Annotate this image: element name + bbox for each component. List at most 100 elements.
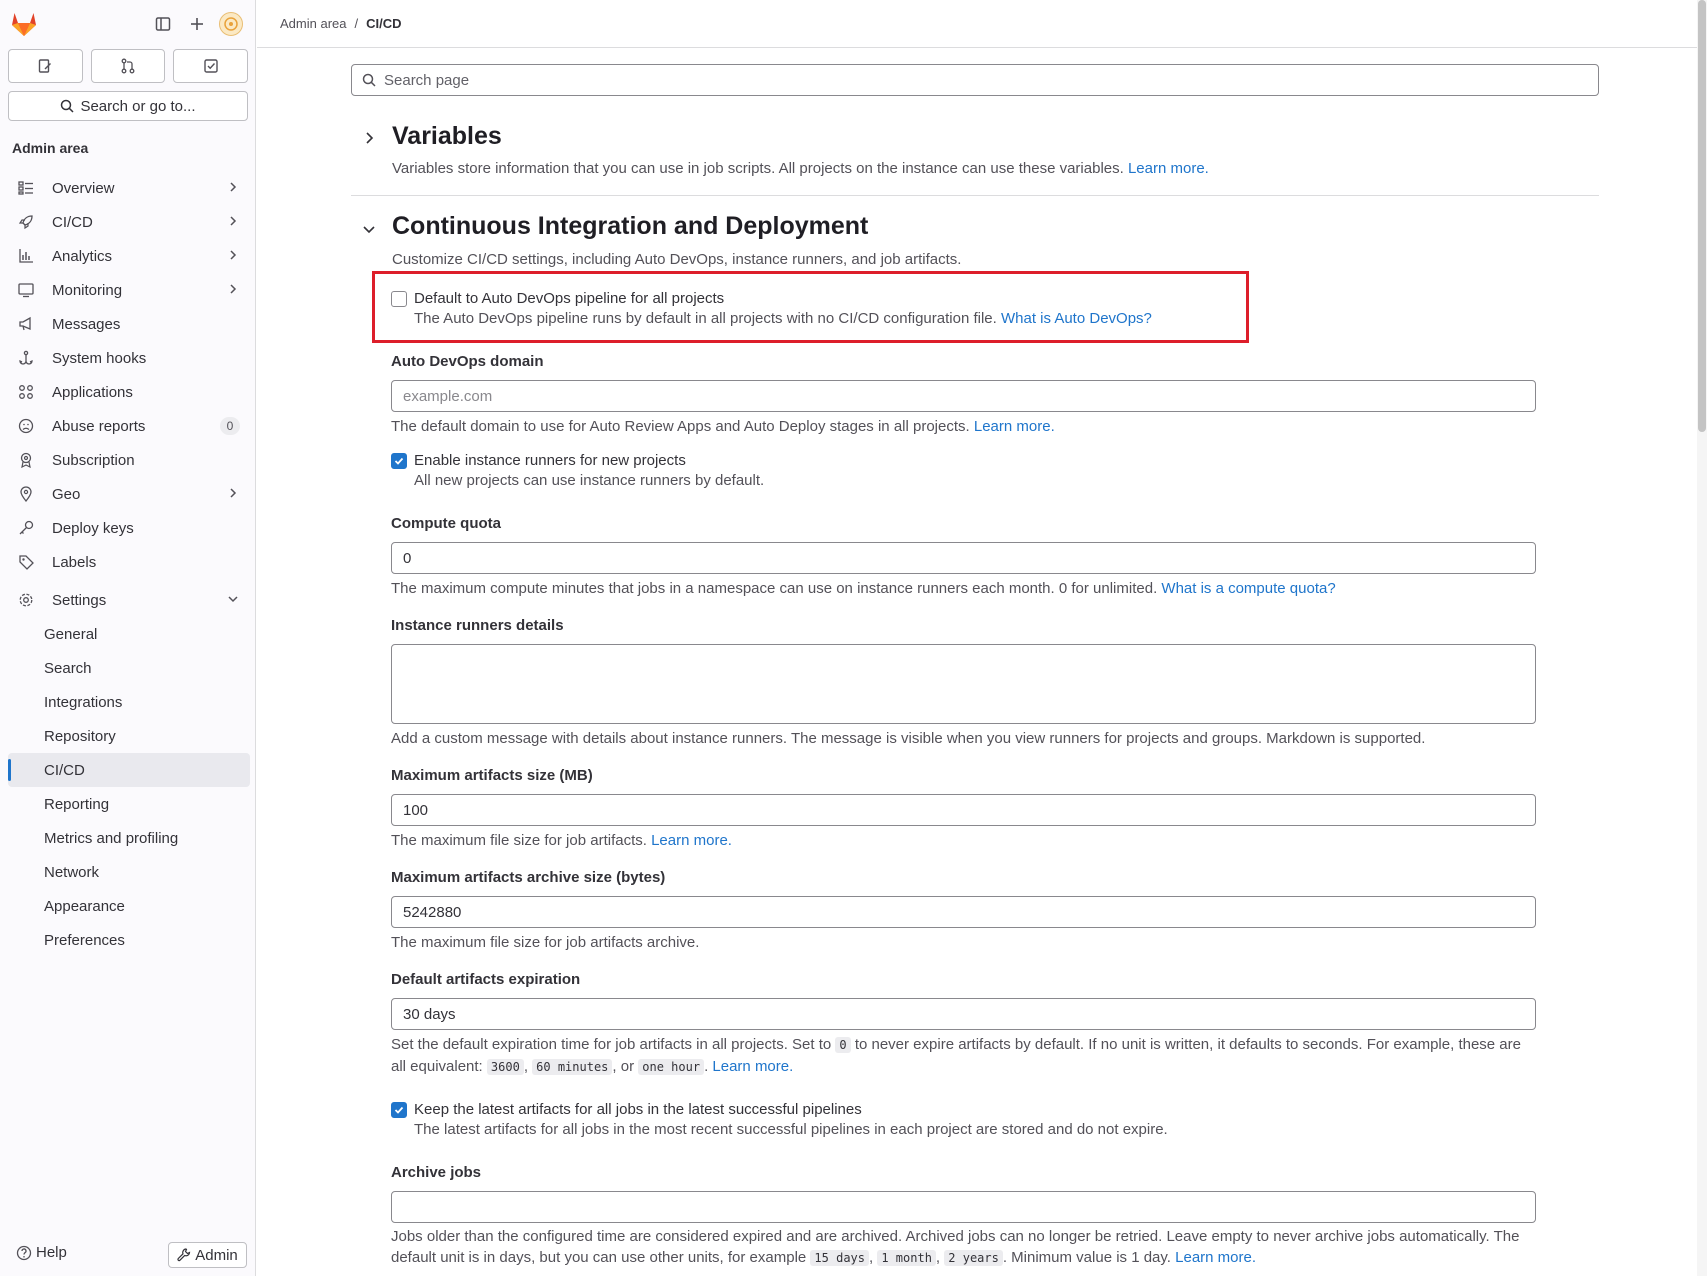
sidebar-subitem-search[interactable]: Search <box>8 651 250 685</box>
sidebar-item-overview[interactable]: Overview <box>8 171 250 205</box>
sidebar-item-abuse-reports[interactable]: Abuse reports 0 <box>8 409 250 443</box>
default-expiration-input[interactable]: 30 days <box>391 998 1536 1030</box>
breadcrumb-current[interactable]: CI/CD <box>366 16 401 31</box>
sidebar-subitem-repository[interactable]: Repository <box>8 719 250 753</box>
sidebar-subitem-general[interactable]: General <box>8 617 250 651</box>
cicd-section-title[interactable]: Continuous Integration and Deployment <box>392 212 868 241</box>
sidebar-item-labels[interactable]: Labels <box>8 545 250 579</box>
monitor-icon <box>16 280 36 300</box>
sidebar-top <box>0 0 256 48</box>
chart-icon <box>16 246 36 266</box>
sidebar-item-applications[interactable]: Applications <box>8 375 250 409</box>
max-artifacts-size-input[interactable]: 100 <box>391 794 1536 826</box>
overview-icon <box>16 178 36 198</box>
default-expiration-value: 30 days <box>403 1005 456 1023</box>
max-archive-size-input[interactable]: 5242880 <box>391 896 1536 928</box>
keep-latest-artifacts-label[interactable]: Keep the latest artifacts for all jobs i… <box>414 1101 862 1118</box>
settings-icon <box>16 590 36 610</box>
domain-learn-more-link[interactable]: Learn more. <box>974 418 1055 435</box>
gitlab-logo-icon[interactable] <box>10 11 38 37</box>
max-artifacts-size-value: 100 <box>403 801 429 819</box>
help-button[interactable]: Help <box>16 1244 67 1261</box>
variables-title[interactable]: Variables <box>392 122 502 151</box>
sidebar-item-settings[interactable]: Settings <box>8 583 250 617</box>
code-snippet: one hour <box>638 1059 705 1075</box>
sidebar-item-deploy-keys[interactable]: Deploy keys <box>8 511 250 545</box>
quick-actions <box>8 49 249 83</box>
merge-requests-button[interactable] <box>90 49 166 83</box>
search-or-go-to-label: Search or go to... <box>80 97 196 115</box>
key-icon <box>16 518 36 538</box>
issues-button[interactable] <box>8 49 83 83</box>
default-expiration-help: Set the default expiration time for job … <box>391 1036 1521 1075</box>
sidebar-subitem-integrations[interactable]: Integrations <box>8 685 250 719</box>
sidebar-item-analytics[interactable]: Analytics <box>8 239 250 273</box>
breadcrumb-separator: / <box>354 16 359 31</box>
sidebar-subitem-network[interactable]: Network <box>8 855 250 889</box>
page-search-placeholder: Search page <box>384 71 470 89</box>
admin-button[interactable]: Admin <box>168 1242 247 1268</box>
avatar[interactable] <box>219 12 243 36</box>
max-artifacts-size-label: Maximum artifacts size (MB) <box>391 767 593 784</box>
chevron-right-icon <box>230 284 237 294</box>
chevron-right-icon[interactable] <box>361 130 377 146</box>
breadcrumb-parent[interactable]: Admin area <box>280 16 346 31</box>
page-search-input[interactable]: Search page <box>351 64 1599 96</box>
compute-quota-input[interactable]: 0 <box>391 542 1536 574</box>
archive-jobs-input[interactable] <box>391 1191 1536 1223</box>
compute-quota-value: 0 <box>403 549 412 567</box>
auto-devops-help: The Auto DevOps pipeline runs by default… <box>414 310 1152 327</box>
sidebar-subitem-label: Appearance <box>44 897 125 915</box>
label-icon <box>16 552 36 572</box>
instance-runners-label[interactable]: Enable instance runners for new projects <box>414 452 686 469</box>
sidebar-subitem-label: Search <box>44 659 92 677</box>
expiration-learn-more-link[interactable]: Learn more. <box>712 1058 793 1075</box>
sidebar-subitem-reporting[interactable]: Reporting <box>8 787 250 821</box>
code-snippet: 2 years <box>944 1250 1003 1266</box>
sidebar-subitem-appearance[interactable]: Appearance <box>8 889 250 923</box>
sidebar-item-cicd[interactable]: CI/CD <box>8 205 250 239</box>
archive-jobs-learn-more-link[interactable]: Learn more. <box>1175 1249 1256 1266</box>
sidebar-item-label: Geo <box>52 485 81 503</box>
sidebar-subitem-label: Network <box>44 863 100 881</box>
auto-devops-checkbox[interactable] <box>391 291 407 307</box>
archive-jobs-help-text: . Minimum value is 1 day. <box>1002 1249 1171 1266</box>
chevron-down-icon <box>228 596 238 603</box>
sidebar: Search or go to... Admin area Overview C… <box>0 0 256 1276</box>
todo-button[interactable] <box>173 49 249 83</box>
sidebar-item-system-hooks[interactable]: System hooks <box>8 341 250 375</box>
sidebar-item-monitoring[interactable]: Monitoring <box>8 273 250 307</box>
what-is-auto-devops-link[interactable]: What is Auto DevOps? <box>1001 310 1152 327</box>
sidebar-subitem-label: Preferences <box>44 931 125 949</box>
max-artifacts-learn-more-link[interactable]: Learn more. <box>651 832 732 849</box>
scrollbar-thumb[interactable] <box>1698 0 1706 432</box>
instance-runners-details-textarea[interactable] <box>391 644 1536 724</box>
auto-devops-help-text: The Auto DevOps pipeline runs by default… <box>414 310 997 327</box>
auto-devops-domain-placeholder: example.com <box>403 387 493 405</box>
keep-latest-artifacts-checkbox[interactable] <box>391 1102 407 1118</box>
expiration-help-text: , or <box>612 1058 635 1075</box>
sidebar-subitem-metrics[interactable]: Metrics and profiling <box>8 821 250 855</box>
sidebar-subitem-cicd[interactable]: CI/CD <box>8 753 250 787</box>
compute-quota-help-text: The maximum compute minutes that jobs in… <box>391 580 1158 597</box>
sidebar-subitem-preferences[interactable]: Preferences <box>8 923 250 957</box>
auto-devops-label[interactable]: Default to Auto DevOps pipeline for all … <box>414 290 724 307</box>
sidebar-subitem-label: Reporting <box>44 795 110 813</box>
auto-devops-domain-input[interactable]: example.com <box>391 380 1536 412</box>
chevron-down-icon[interactable] <box>361 221 377 237</box>
sidebar-toggle-icon[interactable] <box>151 12 175 36</box>
search-or-go-to-button[interactable]: Search or go to... <box>8 91 248 121</box>
sidebar-item-geo[interactable]: Geo <box>8 477 250 511</box>
sidebar-item-label: Overview <box>52 179 115 197</box>
sidebar-item-messages[interactable]: Messages <box>8 307 250 341</box>
page-scrollbar[interactable] <box>1697 0 1707 1276</box>
max-archive-size-label: Maximum artifacts archive size (bytes) <box>391 869 666 886</box>
chevron-right-icon <box>230 216 237 226</box>
sidebar-item-subscription[interactable]: Subscription <box>8 443 250 477</box>
keep-latest-artifacts-help: The latest artifacts for all jobs in the… <box>414 1121 1168 1138</box>
what-is-compute-quota-link[interactable]: What is a compute quota? <box>1161 580 1335 597</box>
location-icon <box>16 484 36 504</box>
variables-learn-more-link[interactable]: Learn more. <box>1128 160 1209 177</box>
instance-runners-checkbox[interactable] <box>391 453 407 469</box>
plus-icon[interactable] <box>185 12 209 36</box>
